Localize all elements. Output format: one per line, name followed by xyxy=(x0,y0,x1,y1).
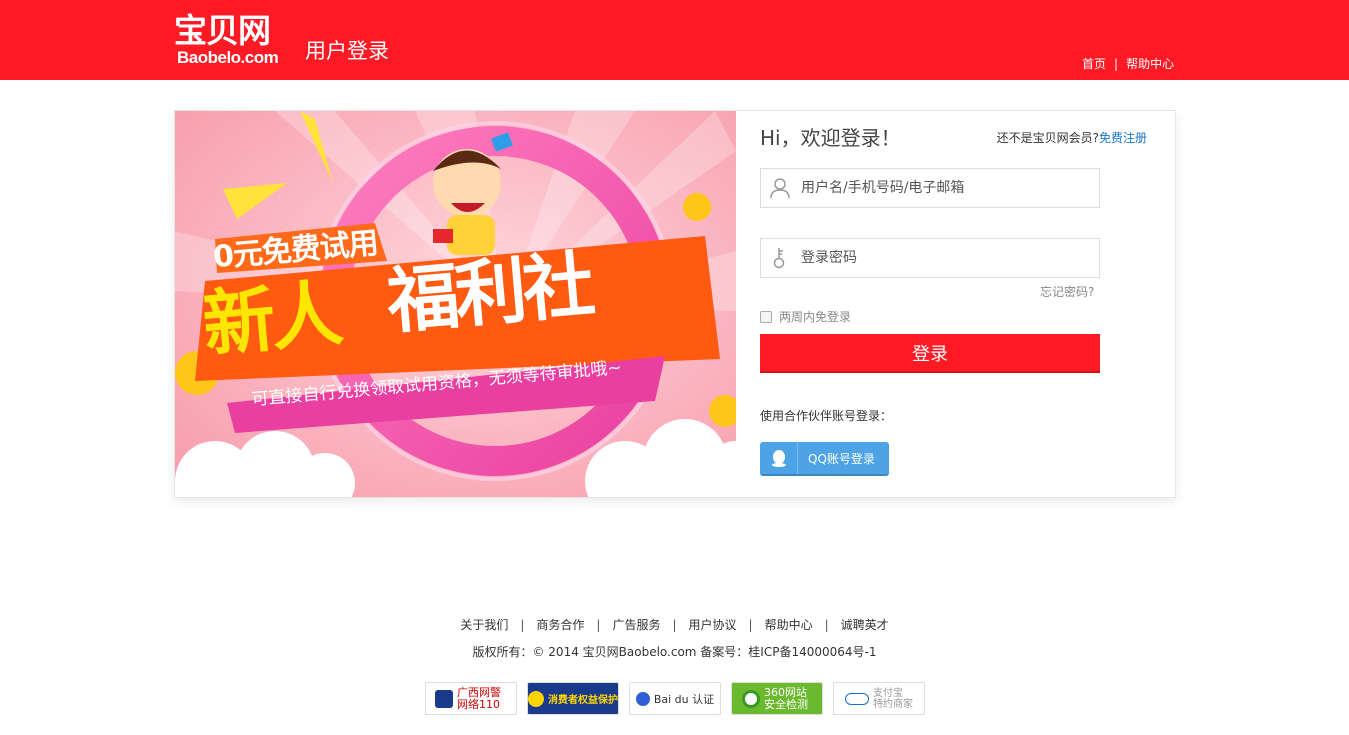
login-panel: 0元免费试用 新人 福利社 可直接自行兑换领取试用资格，无须等待审批哦~ Hi，… xyxy=(174,110,1176,498)
top-nav: 首页 | 帮助中心 xyxy=(1082,56,1174,72)
user-icon xyxy=(770,178,790,199)
footer-link-agreement[interactable]: 用户协议 xyxy=(689,617,737,633)
username-field[interactable] xyxy=(760,168,1100,208)
footer-link-ads[interactable]: 广告服务 xyxy=(612,617,660,633)
logo-chinese: 宝贝网 xyxy=(174,11,271,50)
password-input[interactable] xyxy=(801,239,1091,277)
footer-link-business[interactable]: 商务合作 xyxy=(536,617,584,633)
qq-login-label: QQ账号登录 xyxy=(808,451,875,466)
remember-me[interactable]: 两周内免登录 xyxy=(760,308,851,325)
footer-separator: | xyxy=(672,618,677,632)
page-label: 用户登录 xyxy=(305,39,389,63)
consumer-rights-icon xyxy=(528,690,544,707)
consumer-rights-badge[interactable]: 消费者权益保护 xyxy=(527,682,619,715)
footer-separator: | xyxy=(824,618,829,632)
login-form: Hi，欢迎登录！ 还不是宝贝网会员?免费注册 忘记密码? 两周内免登录 xyxy=(760,111,1150,497)
footer-separator: | xyxy=(748,618,753,632)
footer-links: 关于我们 | 商务合作 | 广告服务 | 用户协议 | 帮助中心 | 诚聘英才 xyxy=(0,617,1349,633)
baidu-icon xyxy=(635,691,650,706)
police-icon xyxy=(435,689,453,708)
qq-login-button[interactable]: QQ账号登录 xyxy=(760,442,889,476)
password-field[interactable] xyxy=(760,238,1100,278)
footer-link-jobs[interactable]: 诚聘英才 xyxy=(841,617,889,633)
banner-line2b: 福利社 xyxy=(383,242,595,344)
banner-line2a: 新人 xyxy=(199,271,343,367)
footer-separator: | xyxy=(596,618,601,632)
trust-badges: 广西网警 网络110 消费者权益保护 Bai du 认证 360网站 安全检测 … xyxy=(425,682,925,715)
safe360-badge-text: 360网站 安全检测 xyxy=(764,685,808,711)
forgot-password-link[interactable]: 忘记密码? xyxy=(1040,284,1094,300)
footer-link-about[interactable]: 关于我们 xyxy=(460,617,508,633)
site-logo[interactable]: 宝贝网 Baobelo.com xyxy=(174,12,299,68)
register-link[interactable]: 免费注册 xyxy=(1099,131,1147,145)
safe360-badge[interactable]: 360网站 安全检测 xyxy=(731,682,823,715)
footer-link-help[interactable]: 帮助中心 xyxy=(765,617,813,633)
nav-separator: | xyxy=(1114,57,1119,71)
copyright-text: 版权所有：© 2014 宝贝网Baobelo.com 备案号：桂ICP备1400… xyxy=(472,645,877,659)
promo-banner[interactable]: 0元免费试用 新人 福利社 可直接自行兑换领取试用资格，无须等待审批哦~ xyxy=(175,111,736,497)
login-button[interactable]: 登录 xyxy=(760,334,1100,373)
footer-separator: | xyxy=(520,618,525,632)
key-icon xyxy=(773,248,785,269)
consumer-badge-text: 消费者权益保护 xyxy=(548,695,618,706)
remember-checkbox[interactable] xyxy=(760,310,772,323)
police-badge[interactable]: 广西网警 网络110 xyxy=(425,682,517,715)
remember-label: 两周内免登录 xyxy=(779,310,852,324)
username-input[interactable] xyxy=(801,169,1091,207)
greeting-title: Hi，欢迎登录！ xyxy=(760,126,901,150)
shield-360-icon xyxy=(742,689,760,708)
alipay-icon xyxy=(845,692,869,705)
police-badge-text: 广西网警 网络110 xyxy=(457,685,501,711)
baidu-badge[interactable]: Bai du 认证 xyxy=(629,682,721,715)
nav-home-link[interactable]: 首页 xyxy=(1082,56,1106,72)
register-prompt-text: 还不是宝贝网会员? xyxy=(996,131,1099,145)
logo-english: Baobelo.com xyxy=(177,48,279,67)
register-prompt: 还不是宝贝网会员?免费注册 xyxy=(997,130,1147,146)
alipay-badge-text: 支付宝 特约商家 xyxy=(873,687,913,710)
alipay-badge[interactable]: 支付宝 特约商家 xyxy=(833,682,925,715)
qq-icon xyxy=(760,442,798,474)
baidu-badge-text: Bai du 认证 xyxy=(653,692,715,706)
header-bar: 宝贝网 Baobelo.com 用户登录 首页 | 帮助中心 xyxy=(0,0,1349,80)
partner-login-label: 使用合作伙伴账号登录： xyxy=(760,409,893,423)
nav-help-link[interactable]: 帮助中心 xyxy=(1126,56,1174,72)
